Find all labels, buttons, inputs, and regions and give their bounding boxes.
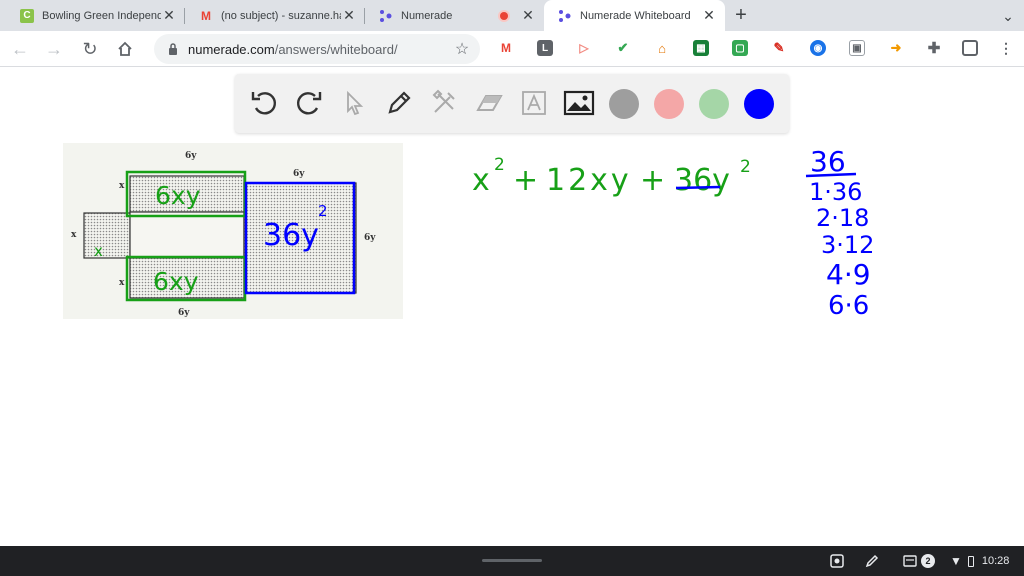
wifi-icon: ▼ xyxy=(950,554,962,568)
expression-36y-exponent: 2 xyxy=(740,157,751,177)
os-shelf: 2 ▼ 10:28 xyxy=(0,546,1024,576)
factor-header-36: 36 xyxy=(810,145,846,178)
expression-x: x xyxy=(472,163,490,198)
factor-pair-4: 4·9 xyxy=(826,258,871,291)
screen-capture-icon[interactable] xyxy=(830,553,844,569)
expression-plus-1: + xyxy=(513,163,538,198)
factor-pair-3: 3·12 xyxy=(821,231,874,259)
ink-6xy-bottom: 6xy xyxy=(153,267,199,296)
ink-6xy-top: 6xy xyxy=(155,181,201,210)
factor-pair-1: 1·36 xyxy=(809,178,862,206)
expression-x-exponent: 2 xyxy=(494,155,505,175)
ink-x-small-square: x xyxy=(94,242,103,260)
status-area[interactable]: ▼ 10:28 xyxy=(950,553,1009,569)
notification-tray[interactable]: 2 xyxy=(903,553,935,569)
battery-icon xyxy=(967,555,974,567)
notification-count-badge: 2 xyxy=(921,554,935,568)
ink-36y-exponent: 2 xyxy=(318,202,328,220)
factor-pair-2: 2·18 xyxy=(816,204,869,232)
clock-time: 10:28 xyxy=(981,555,1010,567)
shelf-handle[interactable] xyxy=(482,559,542,562)
factor-pair-5: 6·6 xyxy=(828,291,869,321)
ink-36y: 36y xyxy=(263,218,319,253)
stylus-icon[interactable] xyxy=(865,553,879,569)
expression-plus-2: + xyxy=(640,163,665,198)
notifications-icon xyxy=(903,555,917,567)
expression-12xy: 12xy xyxy=(546,163,632,198)
ink-underline-36 xyxy=(675,185,721,190)
ink-layer: 6xy 6xy x 36y 2 x 2 + 12xy + 36y 2 36 1·… xyxy=(94,145,874,321)
expression-36y: 36y xyxy=(674,163,730,198)
